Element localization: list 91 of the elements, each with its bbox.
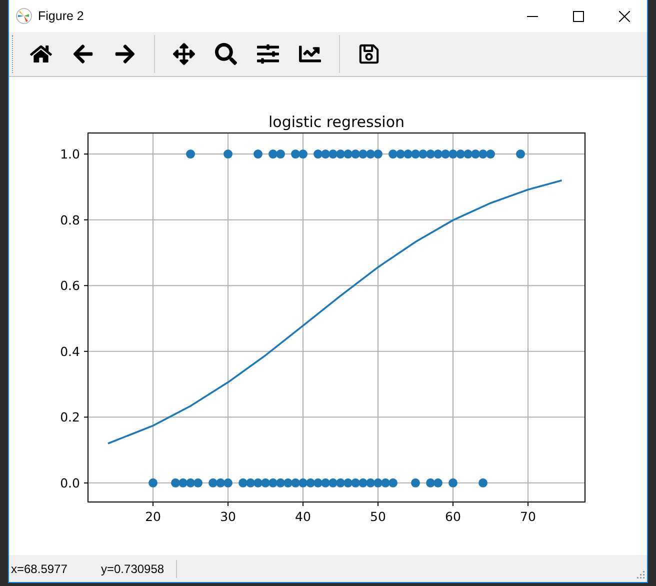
data-point: [434, 150, 442, 159]
tick-label: 70: [520, 509, 536, 524]
data-point: [178, 478, 188, 488]
data-point: [238, 478, 248, 488]
tick-label: 0.2: [60, 410, 80, 425]
data-point: [448, 150, 458, 159]
data-point: [411, 478, 420, 488]
tick-label: 50: [370, 509, 386, 524]
data-point: [404, 150, 412, 159]
data-point: [261, 478, 270, 488]
tick-label: 20: [145, 509, 161, 524]
data-point: [321, 478, 330, 488]
data-point: [366, 478, 375, 488]
data-point: [328, 478, 338, 488]
data-point: [336, 150, 345, 159]
data-point: [396, 150, 405, 159]
data-point: [254, 478, 263, 488]
data-point: [298, 150, 308, 159]
tick-label: 0.4: [60, 344, 80, 359]
app-logo-icon: [16, 8, 32, 24]
tick-label: 0.6: [60, 278, 80, 294]
data-point: [456, 150, 465, 159]
data-point: [224, 150, 233, 159]
data-point: [381, 478, 390, 488]
data-point: [314, 150, 323, 159]
chart-title: logistic regression: [268, 113, 405, 131]
data-point: [434, 478, 442, 488]
back-icon: [72, 43, 94, 65]
data-point: [464, 150, 472, 159]
close-icon: [618, 10, 630, 22]
save-icon: [358, 43, 380, 65]
zoom-icon: [215, 43, 237, 65]
data-point: [254, 150, 263, 159]
data-point: [388, 478, 398, 488]
y-coordinate: y=0.730958: [101, 560, 166, 578]
home-icon: [30, 43, 52, 65]
maximize-icon: [572, 10, 584, 22]
data-point: [516, 150, 525, 159]
data-point: [276, 478, 286, 488]
data-point: [411, 150, 420, 159]
data-point: [186, 478, 196, 488]
data-point: [478, 150, 488, 159]
data-point: [344, 478, 352, 488]
data-point: [291, 150, 300, 159]
data-point: [374, 478, 382, 488]
data-point: [224, 478, 233, 488]
data-point: [478, 478, 488, 488]
data-point: [471, 150, 480, 159]
data-point: [426, 150, 435, 159]
data-point: [291, 478, 300, 488]
data-point: [321, 150, 330, 159]
data-point: [344, 150, 352, 159]
data-point: [268, 478, 278, 488]
data-point: [418, 150, 428, 159]
data-point: [194, 478, 203, 488]
data-point: [486, 150, 495, 159]
tick-label: 30: [220, 509, 236, 524]
data-point: [314, 478, 323, 488]
data-point: [298, 478, 308, 488]
data-point: [351, 478, 360, 488]
data-point: [276, 150, 286, 159]
tick-label: 1.0: [60, 146, 80, 162]
tick-label: 60: [445, 509, 461, 524]
data-point: [441, 150, 450, 159]
window-title: Figure 2: [38, 8, 84, 25]
data-point: [336, 478, 345, 488]
data-point: [448, 478, 458, 488]
data-point: [374, 150, 382, 159]
data-point: [208, 478, 218, 488]
tick-label: 0.0: [60, 475, 80, 490]
data-point: [246, 478, 256, 488]
sliders-icon: [257, 43, 279, 65]
data-point: [171, 478, 180, 488]
resize-grip-icon: [635, 568, 645, 578]
data-point: [328, 150, 338, 159]
x-coordinate: x=68.5977: [11, 560, 68, 578]
data-point: [306, 478, 316, 488]
data-point: [351, 150, 360, 159]
data-point: [358, 478, 368, 488]
data-point: [216, 478, 226, 488]
move-icon: [173, 43, 195, 65]
data-point: [366, 150, 375, 159]
tick-label: 40: [295, 509, 311, 524]
data-point: [284, 478, 293, 488]
line-chart-icon: [299, 43, 321, 65]
data-point: [358, 150, 368, 159]
data-point: [268, 150, 278, 159]
tick-label: 0.8: [60, 212, 80, 228]
data-point: [388, 150, 398, 159]
data-point: [426, 478, 435, 488]
forward-icon: [114, 43, 136, 65]
